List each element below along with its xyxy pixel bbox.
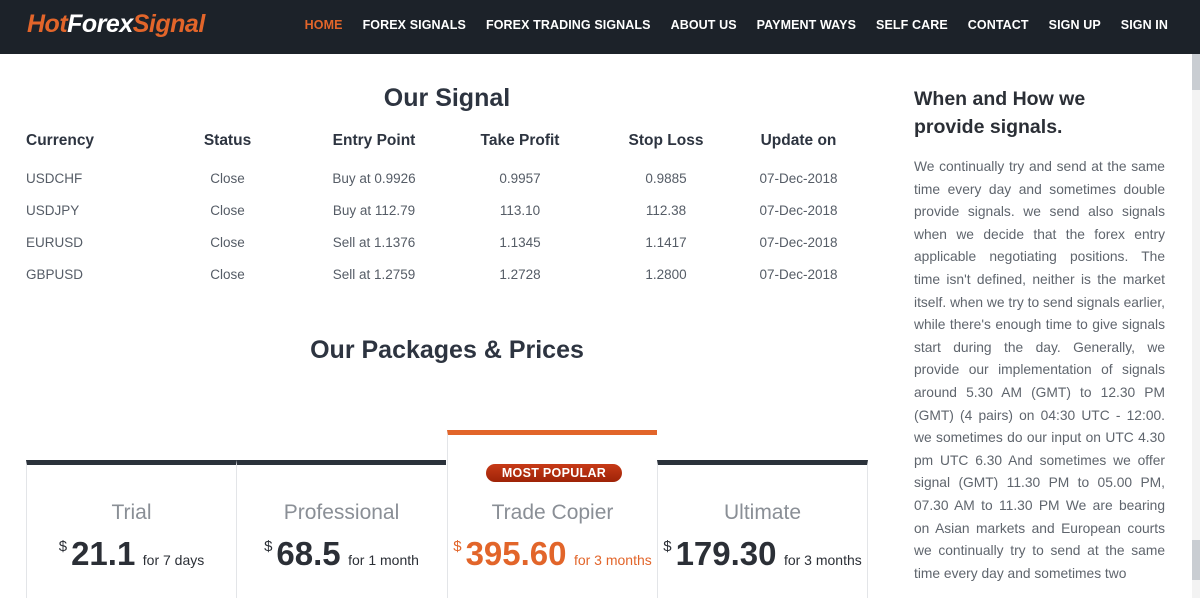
plan-price: $68.5 for 1 month: [237, 535, 446, 573]
nav-about-us[interactable]: ABOUT US: [671, 18, 737, 32]
cell-take-profit: 0.9957: [499, 170, 541, 186]
page-scrollbar[interactable]: [1192, 54, 1200, 598]
plan-card-trade-copier[interactable]: MOST POPULAR Trade Copier $395.60 for 3 …: [447, 430, 657, 598]
price-period: for 3 months: [573, 552, 652, 568]
cell-entry-point: Sell at 1.1376: [332, 234, 416, 250]
sidebar-title: When and How we provide signals.: [914, 85, 1174, 141]
main-nav: HOME FOREX SIGNALS FOREX TRADING SIGNALS…: [305, 18, 1168, 32]
nav-sign-in[interactable]: SIGN IN: [1121, 18, 1168, 32]
plan-card-professional[interactable]: Professional $68.5 for 1 month: [236, 460, 446, 598]
plan-name: Ultimate: [723, 501, 802, 524]
cell-entry-point: Buy at 0.9926: [332, 170, 416, 186]
cell-stop-loss: 1.2800: [645, 266, 687, 282]
cell-update-on: 07-Dec-2018: [759, 266, 838, 282]
cell-status: Close: [210, 234, 245, 250]
price-period: for 3 months: [783, 552, 862, 568]
plan-name: Trade Copier: [491, 501, 614, 524]
cell-stop-loss: 0.9885: [645, 170, 687, 186]
nav-sign-up[interactable]: SIGN UP: [1049, 18, 1101, 32]
table-row: EURUSD Close Sell at 1.1376 1.1345 1.141…: [26, 226, 866, 258]
currency-symbol: $: [264, 538, 273, 555]
nav-forex-trading-signals[interactable]: FOREX TRADING SIGNALS: [486, 18, 651, 32]
plan-card-ultimate[interactable]: Ultimate $179.30 for 3 months: [657, 460, 868, 598]
cell-currency: EURUSD: [26, 234, 84, 250]
nav-contact[interactable]: CONTACT: [968, 18, 1029, 32]
plan-price: $395.60 for 3 months: [448, 535, 657, 573]
header-update-on: Update on: [760, 132, 837, 149]
sidebar-text: We continually try and send at the same …: [914, 159, 1165, 581]
cell-status: Close: [210, 170, 245, 186]
table-row: USDJPY Close Buy at 112.79 113.10 112.38…: [26, 194, 866, 226]
price-amount: 395.60: [465, 535, 567, 572]
price-amount: 68.5: [276, 535, 341, 572]
table-header-row: Currency Status Entry Point Take Profit …: [26, 130, 866, 162]
sidebar-title-line2: provide signals.: [914, 116, 1063, 138]
cell-update-on: 07-Dec-2018: [759, 170, 838, 186]
plan-price: $21.1 for 7 days: [27, 535, 236, 573]
site-logo[interactable]: HotForexSignal: [27, 10, 205, 39]
plan-card-trial[interactable]: Trial $21.1 for 7 days: [26, 460, 236, 598]
logo-part-signal: Signal: [132, 10, 206, 38]
packages-section-title: Our Packages & Prices: [310, 336, 584, 364]
cell-take-profit: 1.2728: [499, 266, 541, 282]
pricing-cards: Trial $21.1 for 7 days Professional $68.…: [26, 430, 868, 598]
plan-name: Trial: [111, 501, 152, 524]
cell-status: Close: [210, 202, 245, 218]
cell-status: Close: [210, 266, 245, 282]
currency-symbol: $: [58, 538, 68, 555]
logo-part-hot: Hot: [27, 10, 68, 38]
price-period: for 7 days: [142, 552, 205, 568]
cell-stop-loss: 112.38: [645, 202, 687, 218]
table-row: GBPUSD Close Sell at 1.2759 1.2728 1.280…: [26, 258, 866, 290]
top-navbar: HotForexSignal HOME FOREX SIGNALS FOREX …: [0, 0, 1200, 54]
scrollbar-thumb-lower[interactable]: [1192, 540, 1200, 580]
cell-update-on: 07-Dec-2018: [759, 202, 838, 218]
header-currency: Currency: [26, 132, 95, 149]
most-popular-badge: MOST POPULAR: [486, 464, 622, 482]
price-amount: 21.1: [71, 535, 136, 572]
cell-stop-loss: 1.1417: [645, 234, 687, 250]
cell-update-on: 07-Dec-2018: [759, 234, 838, 250]
signal-section-title: Our Signal: [383, 84, 511, 112]
nav-self-care[interactable]: SELF CARE: [876, 18, 948, 32]
logo-part-forex: Forex: [67, 10, 133, 38]
cell-take-profit: 1.1345: [499, 234, 541, 250]
header-take-profit: Take Profit: [480, 132, 560, 149]
cell-entry-point: Buy at 112.79: [332, 202, 416, 218]
price-period: for 1 month: [348, 552, 419, 568]
cell-take-profit: 113.10: [499, 202, 541, 218]
nav-home[interactable]: HOME: [305, 18, 343, 32]
plan-name: Professional: [283, 501, 400, 524]
signals-table: Currency Status Entry Point Take Profit …: [26, 130, 866, 290]
plan-price: $179.30 for 3 months: [658, 535, 867, 573]
sidebar-title-line1: When and How we: [914, 88, 1086, 110]
scrollbar-thumb[interactable]: [1192, 54, 1200, 90]
price-amount: 179.30: [675, 535, 777, 572]
table-row: USDCHF Close Buy at 0.9926 0.9957 0.9885…: [26, 162, 866, 194]
currency-symbol: $: [453, 538, 462, 555]
nav-payment-ways[interactable]: PAYMENT WAYS: [757, 18, 856, 32]
header-status: Status: [203, 132, 252, 149]
nav-forex-signals[interactable]: FOREX SIGNALS: [363, 18, 466, 32]
header-stop-loss: Stop Loss: [628, 132, 704, 149]
currency-symbol: $: [663, 538, 672, 555]
cell-currency: USDCHF: [26, 170, 83, 186]
cell-entry-point: Sell at 1.2759: [332, 266, 416, 282]
header-entry-point: Entry Point: [332, 132, 416, 149]
cell-currency: USDJPY: [26, 202, 80, 218]
cell-currency: GBPUSD: [26, 266, 84, 282]
